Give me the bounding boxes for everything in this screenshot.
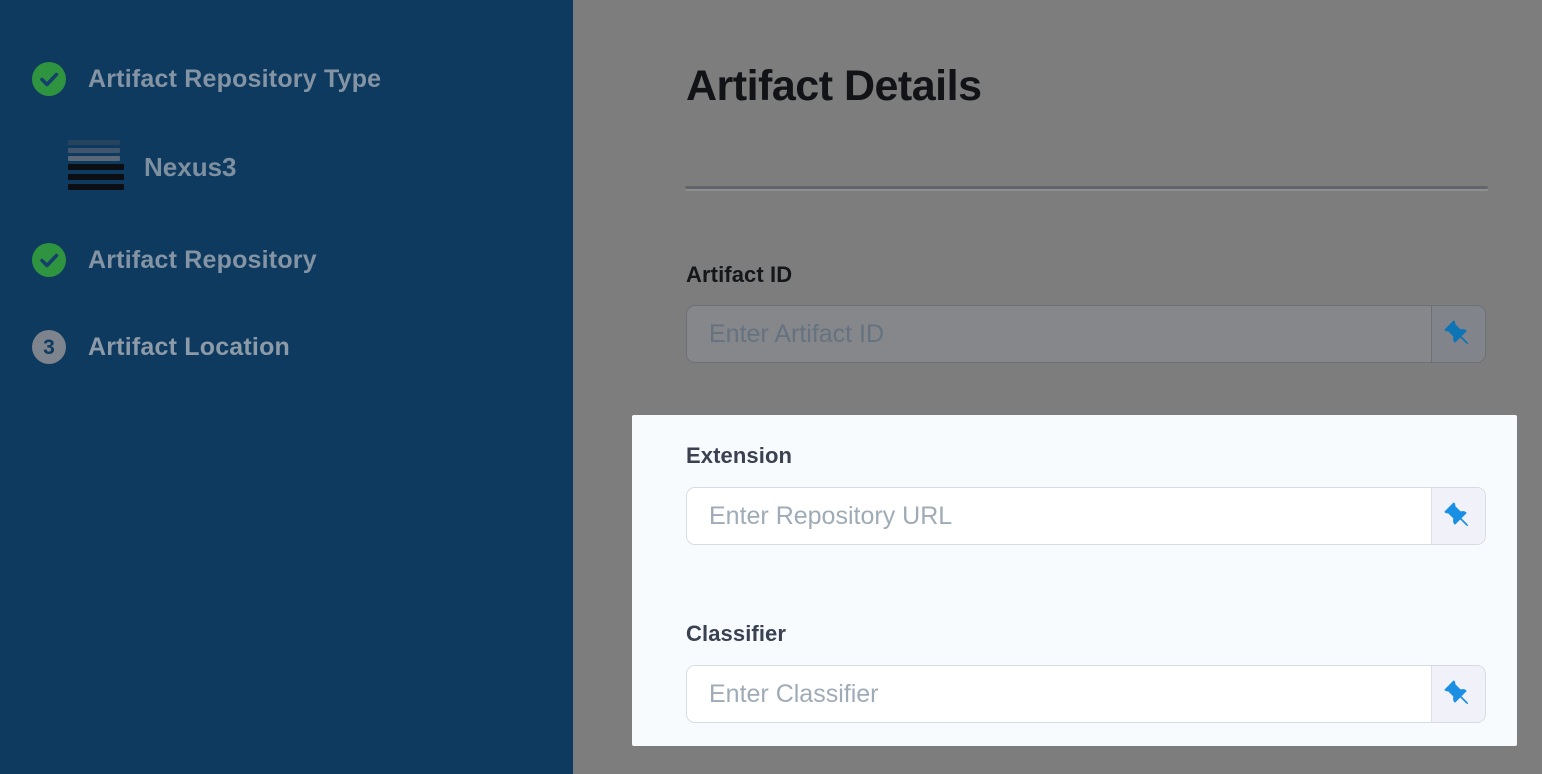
step-number-badge: 3: [32, 330, 66, 364]
classifier-input-wrap: [686, 665, 1486, 723]
sidebar-step-artifact-repository-type[interactable]: Artifact Repository Type: [32, 62, 381, 96]
section-divider: [685, 186, 1488, 189]
artifact-id-input[interactable]: [687, 306, 1431, 362]
selected-repo-type-label: Nexus3: [144, 152, 237, 183]
classifier-label: Classifier: [686, 621, 1486, 647]
step-label: Artifact Location: [88, 333, 290, 362]
pin-button[interactable]: [1431, 306, 1485, 362]
nexus3-icon: [68, 140, 124, 194]
check-circle-icon: [32, 243, 66, 277]
tour-highlight-panel: Extension Classifier: [632, 415, 1517, 746]
artifact-id-label: Artifact ID: [686, 262, 1486, 288]
pin-icon: [1439, 675, 1477, 713]
artifact-wizard-screen: Artifact Repository Type Nexus3 Artifact…: [0, 0, 1542, 774]
sidebar-step-artifact-repository[interactable]: Artifact Repository: [32, 243, 317, 277]
check-circle-icon: [32, 62, 66, 96]
selected-repo-type-nexus3[interactable]: Nexus3: [68, 140, 237, 194]
page-title: Artifact Details: [686, 62, 981, 111]
step-label: Artifact Repository: [88, 246, 317, 275]
wizard-steps-sidebar: Artifact Repository Type Nexus3 Artifact…: [0, 0, 573, 774]
pin-icon: [1439, 315, 1477, 353]
artifact-id-input-wrap: [686, 305, 1486, 363]
pin-icon: [1439, 497, 1477, 535]
extension-label: Extension: [686, 443, 1486, 469]
field-group-extension: Extension: [686, 443, 1486, 545]
artifact-details-panel: Artifact Details Artifact ID Extension: [573, 0, 1542, 774]
extension-input-wrap: [686, 487, 1486, 545]
sidebar-step-artifact-location[interactable]: 3 Artifact Location: [32, 330, 290, 364]
pin-button[interactable]: [1431, 488, 1485, 544]
field-group-classifier: Classifier: [686, 621, 1486, 723]
step-label: Artifact Repository Type: [88, 65, 381, 94]
classifier-input[interactable]: [687, 666, 1431, 722]
pin-button[interactable]: [1431, 666, 1485, 722]
field-group-artifact-id: Artifact ID: [686, 262, 1486, 363]
extension-input[interactable]: [687, 488, 1431, 544]
